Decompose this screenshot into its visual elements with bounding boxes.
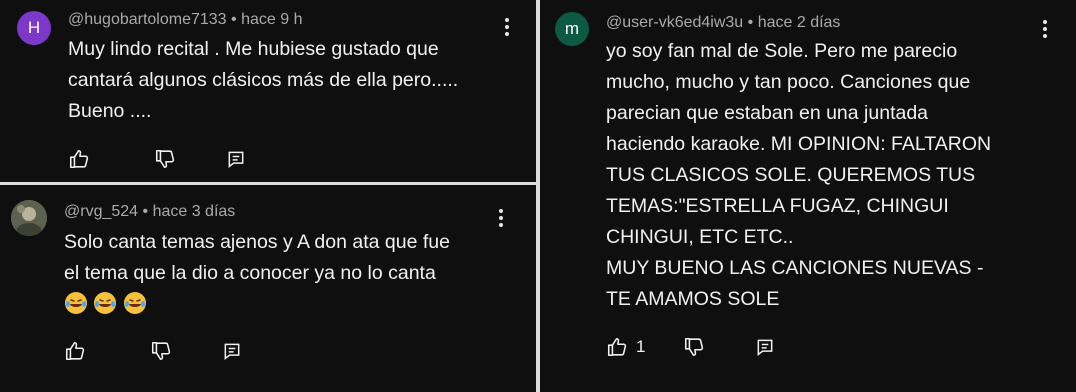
emoji-row xyxy=(64,291,148,319)
comment-text: yo soy fan mal de Sole. Pero me parecio … xyxy=(606,40,992,310)
comment-3: m @user-vk6ed4iw3u • hace 2 días yo soy … xyxy=(540,0,1076,392)
like-button[interactable] xyxy=(68,148,90,170)
dislike-button[interactable] xyxy=(154,148,176,170)
avatar[interactable]: m xyxy=(555,12,589,46)
comment-text: Solo canta temas ajenos y A don ata que … xyxy=(64,231,450,284)
laughing-tears-emoji xyxy=(123,292,146,314)
comment-1: H @hugobartolome7133 • hace 9 h Muy lind… xyxy=(0,0,536,182)
comment-time[interactable]: • hace 2 días xyxy=(748,14,841,31)
author-handle[interactable]: @hugobartolome7133 xyxy=(68,11,227,28)
reply-button[interactable] xyxy=(755,337,775,357)
reply-icon xyxy=(228,151,244,169)
like-button[interactable] xyxy=(64,340,86,362)
comment-actions xyxy=(64,340,242,362)
like-button[interactable] xyxy=(606,336,628,358)
comment-2: @rvg_524 • hace 3 días Solo canta temas … xyxy=(0,185,536,392)
more-vertical-icon xyxy=(499,209,503,213)
like-count: 1 xyxy=(636,337,646,356)
reply-icon xyxy=(758,339,773,357)
thumbs-up-icon xyxy=(69,149,89,169)
comment-meta: @user-vk6ed4iw3u • hace 2 días xyxy=(606,14,840,32)
comment-meta: @rvg_524 • hace 3 días xyxy=(64,203,235,221)
reply-button[interactable] xyxy=(226,149,246,169)
comment-actions: 1 xyxy=(606,336,775,358)
comment-text: Muy lindo recital . Me hubiese gustado q… xyxy=(68,38,459,122)
thumbs-up-icon xyxy=(607,337,627,357)
comment-time[interactable]: • hace 3 días xyxy=(143,203,236,220)
laughing-tears-emoji xyxy=(65,292,87,314)
more-vertical-icon xyxy=(1043,20,1047,24)
comment-time[interactable]: • hace 9 h xyxy=(231,11,302,28)
comment-actions xyxy=(68,148,246,170)
more-vertical-icon xyxy=(505,18,509,22)
avatar[interactable] xyxy=(11,200,47,236)
thumbs-down-icon xyxy=(155,149,175,169)
thumbs-up-icon xyxy=(65,341,85,361)
avatar-image xyxy=(11,200,47,236)
comment-meta: @hugobartolome7133 • hace 9 h xyxy=(68,11,302,29)
avatar[interactable]: H xyxy=(17,11,51,45)
reply-button[interactable] xyxy=(222,341,242,361)
reply-icon xyxy=(224,343,240,361)
dislike-button[interactable] xyxy=(150,340,172,362)
avatar-letter: H xyxy=(27,18,41,37)
author-handle[interactable]: @user-vk6ed4iw3u xyxy=(606,14,743,31)
thumbs-down-icon xyxy=(151,341,171,361)
author-handle[interactable]: @rvg_524 xyxy=(64,203,138,220)
laughing-tears-emoji xyxy=(94,292,117,314)
avatar-letter: m xyxy=(564,19,580,38)
thumbs-down-icon xyxy=(685,337,704,357)
dislike-button[interactable] xyxy=(683,336,705,358)
